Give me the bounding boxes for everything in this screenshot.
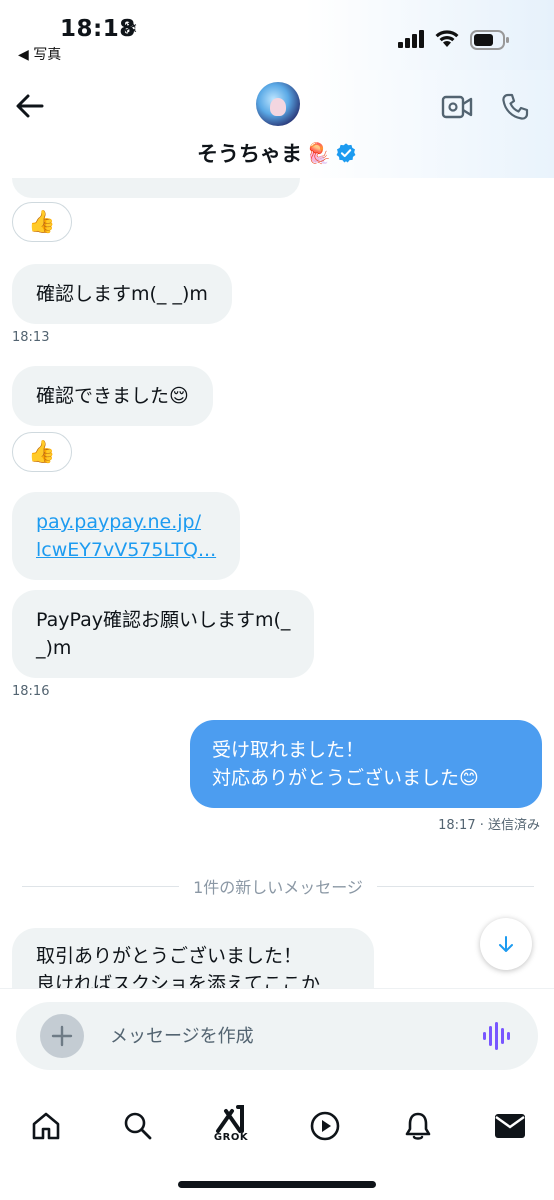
battery-icon — [470, 30, 509, 50]
messages-icon — [495, 1114, 525, 1138]
avatar[interactable] — [256, 82, 300, 126]
divider-label: 1件の新しいメッセージ — [193, 878, 363, 897]
plus-icon — [51, 1025, 73, 1047]
conversation-title[interactable]: そうちゃま 🪼 — [0, 138, 554, 168]
new-messages-divider: 1件の新しいメッセージ — [22, 874, 534, 898]
message-input[interactable] — [110, 1014, 450, 1058]
back-to-app-link[interactable]: ◀ 写真 — [18, 44, 61, 64]
paypay-link-continued[interactable]: lcwEY7vV575LTQ... — [36, 536, 216, 564]
nav-search[interactable] — [114, 1102, 162, 1150]
conversation-header: そうちゃま 🪼 — [0, 70, 554, 178]
message-timestamp: 18:13 — [12, 330, 50, 345]
snowflake-icon: ❄ — [122, 18, 138, 40]
video-icon — [310, 1111, 340, 1141]
paypay-link[interactable]: pay.paypay.ne.jp/ — [36, 508, 216, 536]
message-text-line: 受け取れました！ — [212, 739, 365, 761]
add-media-button[interactable] — [40, 1014, 84, 1058]
outgoing-message-bubble[interactable]: 受け取れました！ 対応ありがとうございました😊 — [190, 720, 542, 808]
message-bubble[interactable]: 確認できました😌 — [12, 366, 213, 426]
nav-grok[interactable]: GROK — [207, 1102, 255, 1150]
display-name: そうちゃま — [197, 142, 303, 166]
home-indicator — [178, 1181, 376, 1188]
divider-line — [376, 885, 534, 887]
nav-video[interactable] — [301, 1102, 349, 1150]
verified-badge-icon — [336, 143, 356, 163]
divider-line — [22, 885, 180, 887]
grok-label: GROK — [213, 1132, 249, 1143]
message-composer — [16, 1002, 538, 1070]
grok-icon — [216, 1105, 244, 1133]
notifications-icon — [405, 1112, 431, 1140]
nav-notifications[interactable] — [394, 1102, 442, 1150]
search-icon — [124, 1112, 152, 1140]
voice-message-icon[interactable] — [482, 1022, 512, 1050]
reaction-thumbs-up[interactable]: 👍 — [12, 432, 72, 472]
message-text-line: 取引ありがとうございました！ — [36, 945, 303, 967]
message-bubble-clipped[interactable] — [12, 178, 300, 198]
wifi-icon — [435, 30, 459, 47]
arrow-down-icon — [499, 936, 513, 952]
message-bubble[interactable]: PayPay確認お願いしますm(_ _)m — [12, 590, 315, 678]
reaction-thumbs-up[interactable]: 👍 — [12, 202, 72, 242]
signal-icon — [398, 30, 424, 48]
message-sent-status: 18:17 · 送信済み — [438, 818, 540, 833]
nav-messages[interactable] — [486, 1102, 534, 1150]
message-text-line: 対応ありがとうございました😊 — [212, 767, 479, 789]
video-call-icon[interactable] — [441, 94, 473, 120]
message-text: 確認できました😌 — [36, 385, 189, 407]
scroll-to-bottom-button[interactable] — [480, 918, 532, 970]
message-text-line: _)m — [36, 637, 72, 659]
back-arrow-icon[interactable] — [12, 88, 48, 124]
message-bubble-link[interactable]: pay.paypay.ne.jp/ lcwEY7vV575LTQ... — [12, 492, 241, 580]
jellyfish-emoji: 🪼 — [306, 141, 331, 165]
home-icon — [32, 1112, 60, 1140]
phone-icon[interactable] — [500, 92, 530, 122]
nav-home[interactable] — [22, 1102, 70, 1150]
message-text-line: PayPay確認お願いしますm(_ — [36, 609, 291, 631]
message-text: 確認しますm(_ _)m — [36, 283, 208, 305]
message-timestamp: 18:16 — [12, 684, 50, 699]
status-bar: 18:18 ❄ ◀ 写真 — [0, 0, 554, 70]
message-bubble[interactable]: 確認しますm(_ _)m — [12, 264, 232, 324]
